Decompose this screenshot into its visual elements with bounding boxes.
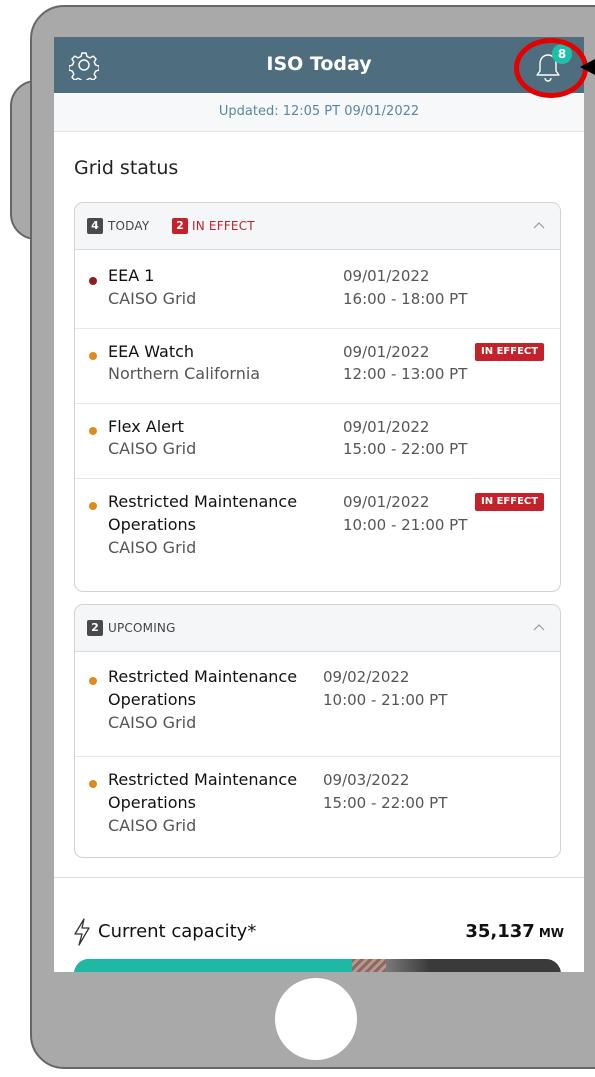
alert-name-line2: Operations [108, 690, 196, 709]
today-card: 4 TODAY 2 IN EFFECT EEA 1 CAISO Grid 09/… [74, 202, 561, 592]
alert-name-line2: Operations [108, 515, 196, 534]
home-button[interactable] [275, 978, 357, 1060]
alert-time: 12:00 - 13:00 PT [343, 365, 468, 383]
upcoming-count-chip: 2 [87, 620, 103, 636]
chevron-up-icon[interactable] [532, 620, 546, 634]
alert-date: 09/03/2022 [323, 771, 410, 789]
capacity-label: Current capacity* [98, 921, 257, 942]
list-item[interactable]: Restricted Maintenance Operations CAISO … [75, 757, 560, 857]
alert-time: 15:00 - 22:00 PT [323, 794, 448, 812]
annotation-highlight-ring [514, 38, 588, 98]
alert-name-line1: Restricted Maintenance [108, 667, 298, 686]
status-dot [89, 677, 97, 685]
alert-region: CAISO Grid [108, 289, 197, 308]
status-dot [89, 427, 97, 435]
list-item[interactable]: Flex Alert CAISO Grid 09/01/2022 15:00 -… [75, 404, 560, 479]
alert-date: 09/02/2022 [323, 668, 410, 686]
section-divider [54, 877, 584, 878]
status-dot [89, 502, 97, 510]
in-effect-label: IN EFFECT [192, 219, 255, 233]
alert-date: 09/01/2022 [343, 267, 430, 285]
today-label: TODAY [108, 219, 150, 233]
status-dot [89, 780, 97, 788]
grid-status-title: Grid status [74, 157, 179, 179]
today-card-header[interactable]: 4 TODAY 2 IN EFFECT [75, 203, 560, 250]
alert-region: CAISO Grid [108, 713, 197, 732]
in-effect-count-chip: 2 [172, 218, 188, 234]
capacity-bar-transition [386, 959, 430, 972]
alert-time: 15:00 - 22:00 PT [343, 440, 468, 458]
list-item[interactable]: EEA Watch Northern California 09/01/2022… [75, 329, 560, 404]
list-item[interactable]: Restricted Maintenance Operations CAISO … [75, 479, 560, 591]
chevron-up-icon[interactable] [532, 218, 546, 232]
status-dot [89, 352, 97, 360]
upcoming-card-header[interactable]: 2 UPCOMING [75, 605, 560, 652]
alert-time: 16:00 - 18:00 PT [343, 290, 468, 308]
in-effect-badge: IN EFFECT [475, 343, 545, 361]
updated-timestamp: Updated: 12:05 PT 09/01/2022 [54, 93, 584, 132]
alert-region: CAISO Grid [108, 816, 197, 835]
capacity-bar-fill [74, 959, 352, 972]
alert-name: EEA 1 [108, 266, 155, 285]
capacity-number: 35,137 [465, 921, 535, 942]
alert-time: 10:00 - 21:00 PT [323, 691, 448, 709]
app-title: ISO Today [266, 53, 372, 75]
alert-name: EEA Watch [108, 342, 195, 361]
alert-date: 09/01/2022 [343, 418, 430, 436]
list-item[interactable]: EEA 1 CAISO Grid 09/01/2022 16:00 - 18:0… [75, 250, 560, 329]
alert-date: 09/01/2022 [343, 493, 430, 511]
alert-region: Northern California [108, 364, 261, 383]
capacity-bar [74, 959, 561, 972]
upcoming-card: 2 UPCOMING Restricted Maintenance Operat… [74, 604, 561, 858]
alert-region: CAISO Grid [108, 538, 197, 557]
upcoming-label: UPCOMING [108, 621, 176, 635]
app-screen: ISO Today 8 Updated: 12:05 PT 09/01/2022… [54, 37, 584, 972]
alert-date: 09/01/2022 [343, 343, 430, 361]
annotation-arrow-icon [580, 59, 595, 75]
alert-name-line2: Operations [108, 793, 196, 812]
capacity-unit: MW [538, 926, 564, 940]
alert-name: Flex Alert [108, 417, 184, 436]
alert-name-line1: Restricted Maintenance [108, 770, 298, 789]
status-dot [89, 277, 97, 285]
today-count-chip: 4 [87, 218, 103, 234]
alert-name-line1: Restricted Maintenance [108, 492, 298, 511]
alert-region: CAISO Grid [108, 439, 197, 458]
list-item[interactable]: Restricted Maintenance Operations CAISO … [75, 652, 560, 757]
in-effect-badge: IN EFFECT [475, 493, 545, 511]
alert-time: 10:00 - 21:00 PT [343, 516, 468, 534]
capacity-value: 35,137 MW [465, 921, 564, 942]
lightning-icon [74, 918, 90, 946]
phone-mockup-stage: ISO Today 8 Updated: 12:05 PT 09/01/2022… [0, 0, 595, 1077]
top-bar: ISO Today 8 [54, 37, 584, 93]
capacity-bar-reserve [352, 959, 386, 972]
